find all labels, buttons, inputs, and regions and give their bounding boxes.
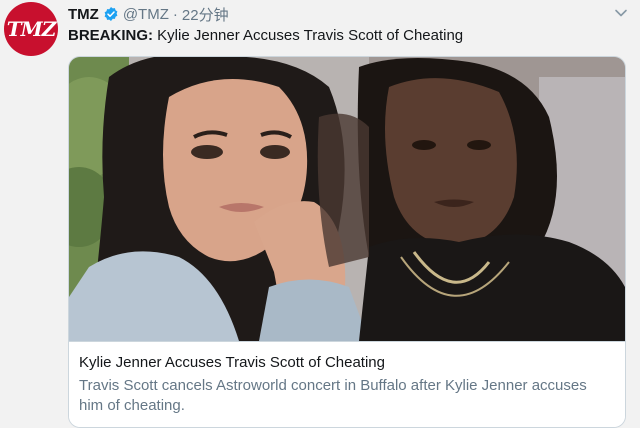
tweet-timestamp[interactable]: 22分钟	[182, 4, 229, 25]
verified-badge-icon	[104, 7, 118, 21]
tmz-logo-text: TMZ	[6, 17, 57, 41]
card-description: Travis Scott cancels Astroworld concert …	[79, 377, 587, 414]
account-handle[interactable]: @TMZ	[123, 6, 169, 23]
tmz-avatar[interactable]: TMZ	[4, 2, 58, 56]
tweet-body: Kylie Jenner Accuses Travis Scott of Che…	[153, 27, 464, 44]
tweet-breaking-prefix: BREAKING:	[68, 27, 153, 44]
card-image[interactable]	[69, 57, 625, 341]
tweet-header: TMZ @TMZ · 22分钟	[68, 4, 229, 24]
tweet-text: BREAKING: Kylie Jenner Accuses Travis Sc…	[68, 27, 463, 44]
account-name[interactable]: TMZ	[68, 6, 99, 23]
chevron-down-icon[interactable]	[614, 6, 628, 20]
card-photo	[69, 57, 625, 341]
link-card[interactable]: Kylie Jenner Accuses Travis Scott of Che…	[68, 56, 626, 428]
card-title[interactable]: Kylie Jenner Accuses Travis Scott of Che…	[79, 354, 385, 371]
separator-dot: ·	[172, 5, 178, 23]
card-body[interactable]: Kylie Jenner Accuses Travis Scott of Che…	[69, 341, 625, 427]
